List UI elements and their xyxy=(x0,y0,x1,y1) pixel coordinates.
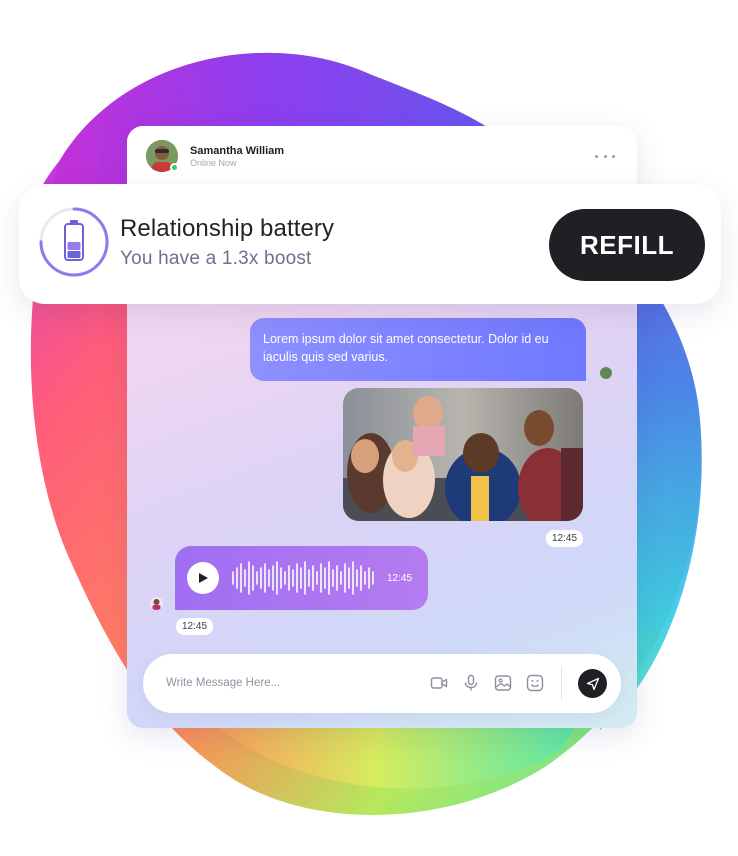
receiver-avatar-illustration xyxy=(152,599,161,610)
video-icon[interactable] xyxy=(430,674,448,692)
outgoing-text-message: Lorem ipsum dolor sit amet consectetur. … xyxy=(250,318,586,381)
image-icon[interactable] xyxy=(494,674,512,692)
message-input[interactable]: Write Message Here... xyxy=(166,677,280,689)
more-horizontal-icon[interactable] xyxy=(595,150,615,162)
photo-timestamp: 12:45 xyxy=(546,530,584,547)
battery-title: Relationship battery xyxy=(120,215,335,242)
receiver-avatar xyxy=(150,597,163,610)
contact-status: Online Now xyxy=(190,158,237,168)
group-photo-illustration xyxy=(343,388,583,521)
battery-subtitle: You have a 1.3x boost xyxy=(120,248,312,269)
send-icon xyxy=(586,677,599,690)
voice-duration: 12:45 xyxy=(387,573,413,584)
message-composer: Write Message Here... xyxy=(143,654,621,713)
online-status-dot xyxy=(170,163,179,172)
sender-avatar xyxy=(599,366,613,380)
battery-icon xyxy=(64,220,84,261)
waveform-icon[interactable] xyxy=(231,558,379,598)
relationship-battery-card: Relationship battery You have a 1.3x boo… xyxy=(19,184,721,304)
composer-divider xyxy=(561,666,562,701)
play-icon xyxy=(199,573,208,583)
play-button[interactable] xyxy=(187,562,219,594)
battery-progress-ring xyxy=(39,207,109,277)
chat-header: Samantha William Online Now xyxy=(127,126,637,188)
contact-name: Samantha William xyxy=(190,145,285,157)
refill-button[interactable]: REFILL xyxy=(549,209,705,281)
emoji-icon[interactable] xyxy=(526,674,544,692)
microphone-icon[interactable] xyxy=(462,674,480,692)
shared-photo[interactable] xyxy=(343,388,583,521)
voice-timestamp: 12:45 xyxy=(176,618,214,635)
voice-message: 12:45 xyxy=(175,546,428,610)
send-button[interactable] xyxy=(578,669,607,698)
